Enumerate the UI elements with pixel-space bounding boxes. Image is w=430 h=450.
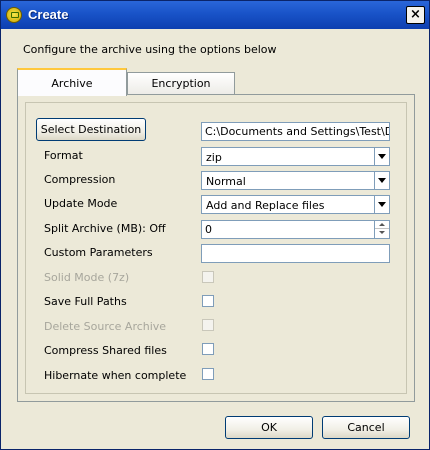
chevron-down-icon[interactable] [374, 172, 389, 189]
custom-parameters-input[interactable] [201, 244, 390, 263]
close-icon: × [410, 7, 421, 22]
format-value: zip [206, 151, 222, 164]
tab-encryption[interactable]: Encryption [127, 72, 235, 95]
spinner-buttons[interactable] [374, 221, 389, 238]
intro-text: Configure the archive using the options … [23, 43, 277, 56]
select-destination-button[interactable]: Select Destination [36, 118, 146, 141]
hibernate-when-complete-checkbox[interactable] [202, 368, 214, 380]
chevron-down-icon[interactable] [374, 196, 389, 213]
create-dialog: Create × Configure the archive using the… [0, 0, 430, 450]
spin-down-icon[interactable] [375, 229, 389, 237]
update-mode-value: Add and Replace files [206, 199, 325, 212]
close-button[interactable]: × [406, 6, 425, 24]
update-mode-select[interactable]: Add and Replace files [201, 195, 390, 214]
compression-label: Compression [44, 173, 116, 186]
split-archive-label: Split Archive (MB): Off [44, 222, 166, 235]
chevron-down-icon[interactable] [374, 148, 389, 165]
compression-value: Normal [206, 175, 246, 188]
format-select[interactable]: zip [201, 147, 390, 166]
cancel-button[interactable]: Cancel [322, 416, 410, 439]
save-full-paths-checkbox[interactable] [202, 295, 214, 307]
compress-shared-files-label: Compress Shared files [44, 344, 167, 357]
tab-archive[interactable]: Archive [17, 68, 127, 96]
split-archive-value: 0 [205, 223, 212, 236]
solid-mode-checkbox [202, 271, 214, 283]
title-bar[interactable]: Create × [1, 1, 429, 29]
format-label: Format [44, 149, 83, 162]
delete-source-archive-label: Delete Source Archive [44, 320, 167, 333]
spin-up-icon[interactable] [375, 221, 389, 229]
window-title: Create [28, 7, 69, 22]
solid-mode-label: Solid Mode (7z) [44, 271, 130, 284]
app-icon [6, 7, 22, 23]
split-archive-spinner[interactable]: 0 [201, 220, 390, 239]
compression-select[interactable]: Normal [201, 171, 390, 190]
hibernate-when-complete-label: Hibernate when complete [44, 369, 187, 382]
save-full-paths-label: Save Full Paths [44, 295, 127, 308]
compress-shared-files-checkbox[interactable] [202, 343, 214, 355]
update-mode-label: Update Mode [44, 197, 118, 210]
destination-path-field[interactable]: C:\Documents and Settings\Test\De [201, 122, 390, 141]
ok-button[interactable]: OK [225, 416, 313, 439]
custom-parameters-label: Custom Parameters [44, 246, 153, 259]
delete-source-archive-checkbox [202, 319, 214, 331]
destination-path-value: C:\Documents and Settings\Test\De [205, 125, 390, 138]
